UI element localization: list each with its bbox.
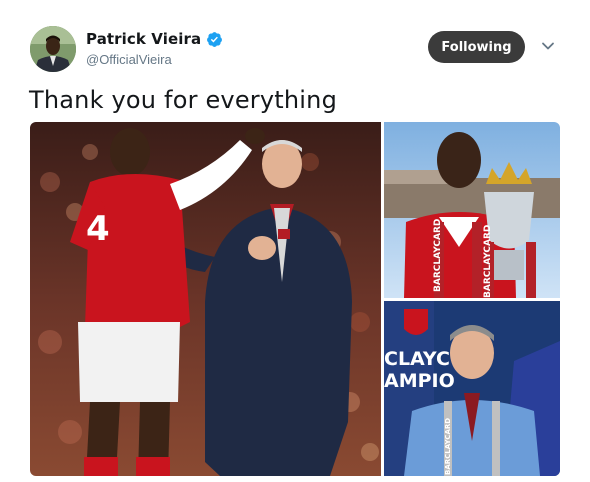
photo-wenger-celebrating[interactable]: CLAYC AMPIO BARCLAYCARD [384, 301, 560, 476]
banner-text-bottom: AMPIO [384, 370, 455, 392]
tweet-card: Patrick Vieira @OfficialVieira Following… [0, 0, 590, 482]
banner-text-top: CLAYC [384, 348, 450, 370]
shirt-number-text: 4 [86, 209, 110, 249]
author-name-row: Patrick Vieira [86, 30, 223, 48]
handle[interactable]: @OfficialVieira [86, 52, 172, 67]
verified-badge-icon [206, 31, 223, 48]
scarf-text: BARCLAYCARD [444, 418, 452, 475]
scarf-text-left: BARCLAYCARD [433, 219, 443, 292]
chevron-down-icon[interactable] [540, 38, 556, 54]
display-name[interactable]: Patrick Vieira [86, 30, 201, 48]
scarf-text-right: BARCLAYCARD [483, 225, 493, 298]
following-button[interactable]: Following [428, 31, 525, 63]
avatar[interactable] [30, 26, 76, 72]
photo-vieira-trophy[interactable]: BARCLAYCARD BARCLAYCARD [384, 122, 560, 298]
media-grid: 4 BARCLAYCARD BARCLAYCARD CLAYC AMPIO BA… [30, 122, 560, 476]
photo-vieira-wenger-embrace[interactable]: 4 [30, 122, 381, 476]
tweet-text: Thank you for everything [29, 86, 338, 114]
